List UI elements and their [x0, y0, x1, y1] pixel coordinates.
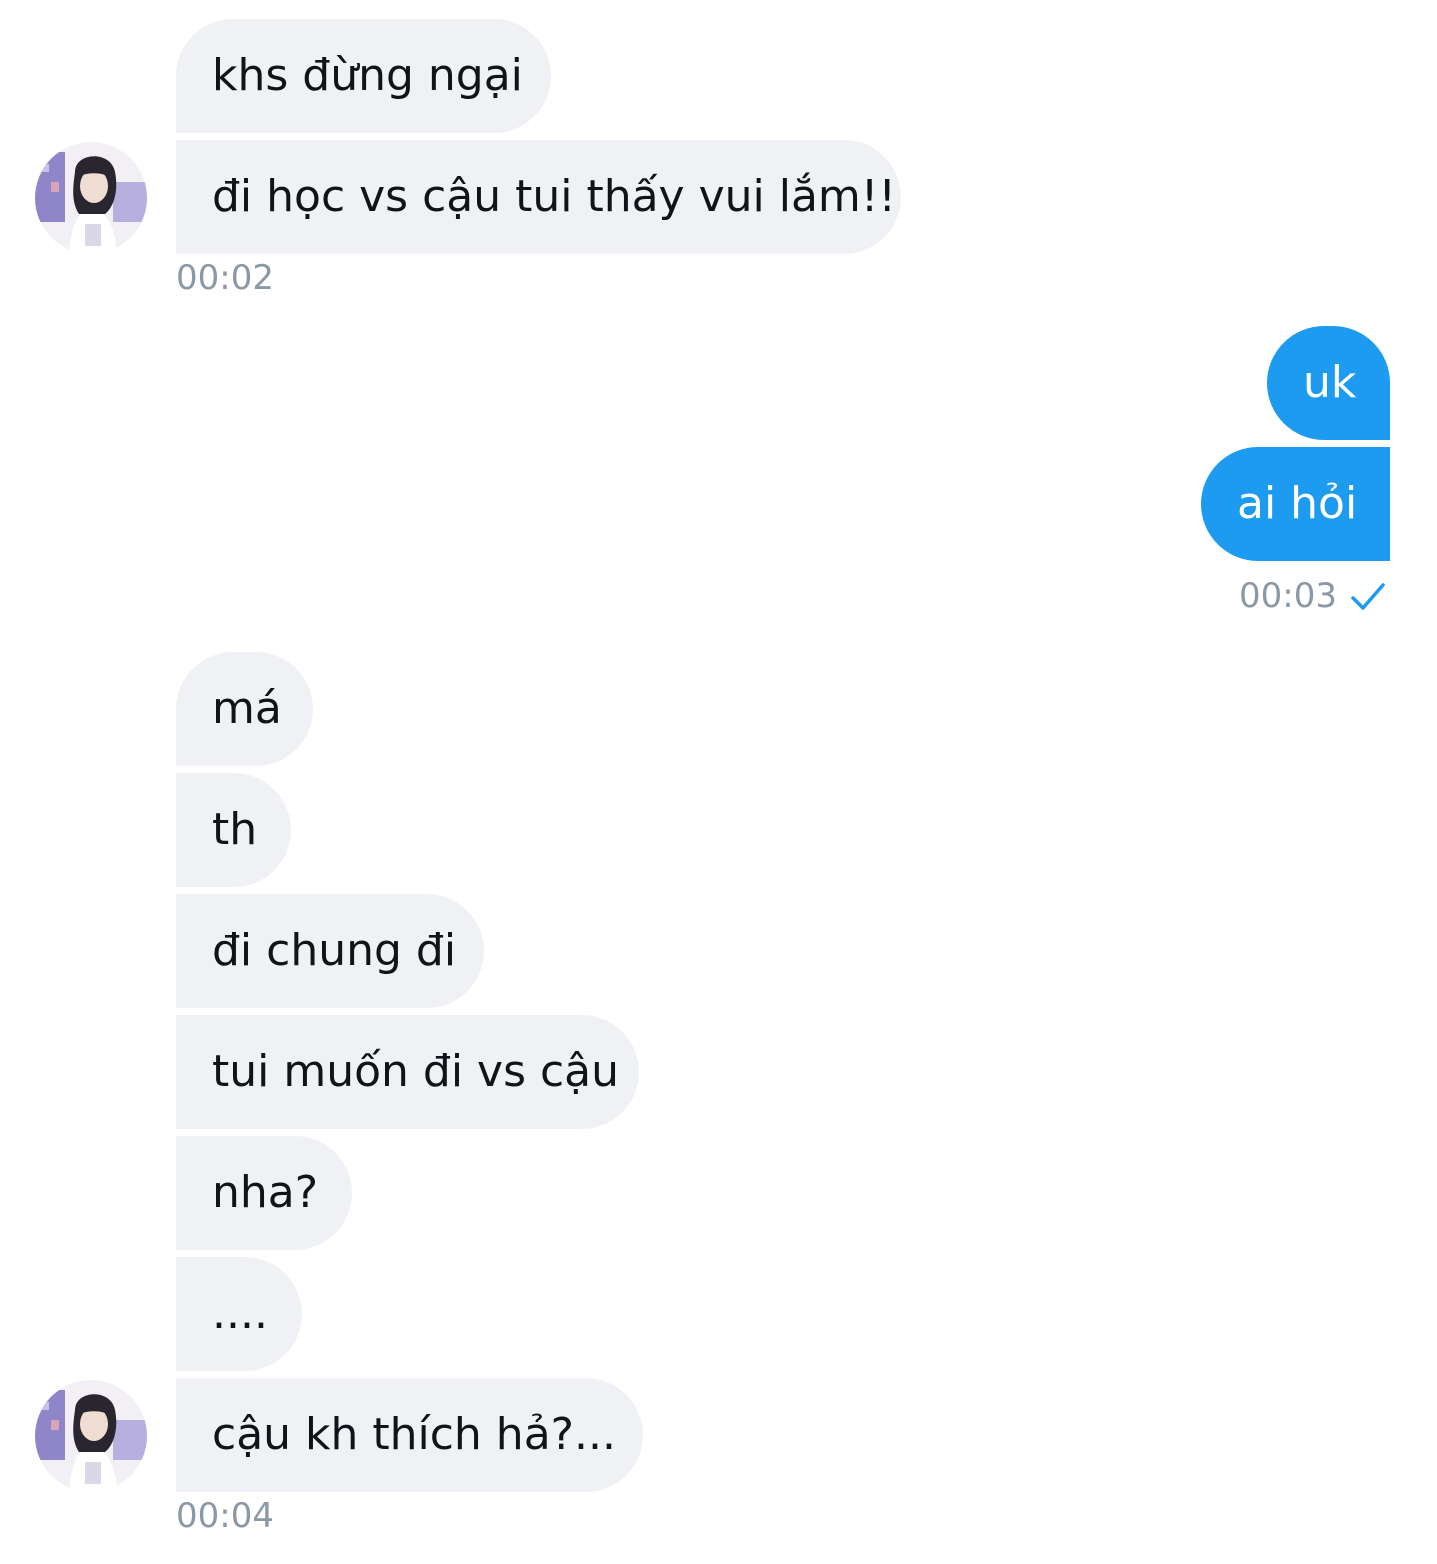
- avatar[interactable]: [35, 142, 147, 254]
- message-text: th: [212, 804, 258, 855]
- message-bubble-incoming[interactable]: ....: [176, 1257, 302, 1371]
- message-bubble-incoming[interactable]: má: [176, 652, 313, 766]
- message-bubble-incoming[interactable]: đi học vs cậu tui thấy vui lắm!!: [176, 140, 901, 254]
- message-bubble-outgoing[interactable]: ai hỏi: [1201, 447, 1390, 561]
- message-bubble-incoming[interactable]: nha?: [176, 1136, 352, 1250]
- timestamp: 00:04: [176, 1496, 274, 1536]
- avatar[interactable]: [35, 1380, 147, 1492]
- message-bubble-outgoing[interactable]: uk: [1267, 326, 1390, 440]
- message-text: cậu kh thích hả?...: [212, 1409, 616, 1460]
- message-bubble-incoming[interactable]: th: [176, 773, 291, 887]
- message-text: ai hỏi: [1237, 478, 1358, 529]
- message-text: khs đừng ngại: [212, 50, 523, 101]
- message-text: ....: [212, 1288, 268, 1339]
- avatar-image: [35, 142, 147, 254]
- message-text: tui muốn đi vs cậu: [212, 1046, 620, 1097]
- timestamp: 00:03: [1239, 576, 1337, 616]
- message-bubble-incoming[interactable]: cậu kh thích hả?...: [176, 1378, 643, 1492]
- message-bubble-incoming[interactable]: khs đừng ngại: [176, 19, 551, 133]
- check-icon: [1351, 583, 1385, 610]
- message-bubble-incoming[interactable]: đi chung đi: [176, 894, 484, 1008]
- timestamp: 00:02: [176, 258, 274, 298]
- message-text: đi chung đi: [212, 925, 457, 976]
- message-text: má: [212, 683, 282, 734]
- avatar-image: [35, 1380, 147, 1492]
- message-text: nha?: [212, 1167, 319, 1218]
- message-bubble-incoming[interactable]: tui muốn đi vs cậu: [176, 1015, 639, 1129]
- message-text: uk: [1303, 357, 1357, 408]
- message-text: đi học vs cậu tui thấy vui lắm!!: [212, 171, 897, 222]
